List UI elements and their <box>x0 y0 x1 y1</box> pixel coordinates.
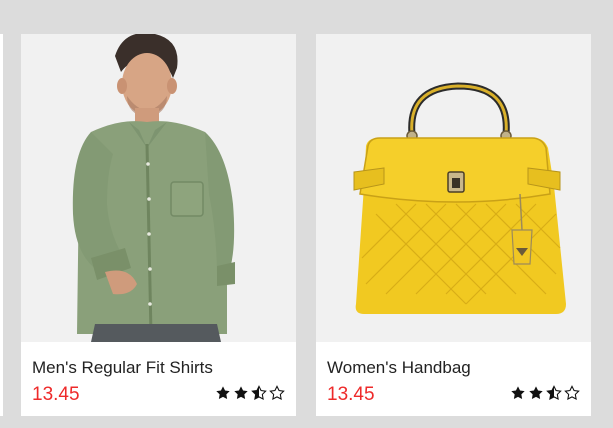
previous-product-card-edge[interactable] <box>0 34 3 416</box>
product-image-womens-handbag[interactable] <box>316 34 591 342</box>
product-price: 13.45 <box>32 384 80 405</box>
product-image-mens-shirt[interactable] <box>21 34 296 342</box>
star-filled-icon <box>529 386 543 400</box>
product-card-mens-shirt[interactable]: Men's Regular Fit Shirts 13.45 <box>21 34 296 416</box>
product-card-womens-handbag[interactable]: Women's Handbag 13.45 <box>316 34 591 416</box>
star-rating <box>510 385 580 401</box>
star-filled-icon <box>511 386 525 400</box>
star-empty-icon <box>564 385 580 400</box>
product-name[interactable]: Women's Handbag <box>327 358 471 378</box>
product-name[interactable]: Men's Regular Fit Shirts <box>32 358 213 378</box>
star-half-icon <box>546 385 562 400</box>
star-empty-icon <box>269 385 285 400</box>
star-filled-icon <box>216 386 230 400</box>
star-half-icon <box>251 385 267 400</box>
product-price: 13.45 <box>327 384 375 405</box>
star-filled-icon <box>234 386 248 400</box>
star-rating <box>215 385 285 401</box>
